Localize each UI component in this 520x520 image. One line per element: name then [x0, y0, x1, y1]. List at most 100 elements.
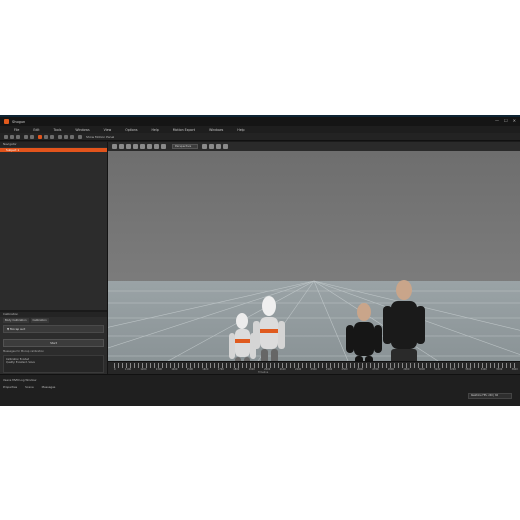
menu-bar: File Edit Tools Windows View Options Hel… [0, 126, 520, 133]
open-folder-icon[interactable] [10, 135, 14, 139]
new-file-icon[interactable] [4, 135, 8, 139]
timeline-number: 3500 [496, 368, 503, 371]
title-bar: Shogun — ☐ ✕ [0, 117, 520, 126]
log-title: Xsens MVN Log Window [3, 378, 37, 382]
play-icon[interactable] [44, 135, 48, 139]
camera-view-icon[interactable] [126, 144, 131, 149]
timeline-number: 3200 [449, 368, 456, 371]
timeline-number: 1900 [248, 368, 255, 371]
settings-icon[interactable] [70, 135, 74, 139]
menu-options[interactable]: Options [125, 128, 137, 132]
timeline-numbers: 0 1100 1200 1300 1400 1500 1600 1700 180… [114, 368, 518, 371]
menu-tools[interactable]: Tools [54, 128, 62, 132]
checkbox-icon[interactable] [78, 135, 82, 139]
timeline-number: 2600 [356, 368, 364, 371]
save-icon[interactable] [16, 135, 20, 139]
menu-help[interactable]: Help [152, 128, 159, 132]
viewport-toolbar: Perspective [108, 142, 520, 151]
timeline-number: 0 [114, 368, 116, 371]
3d-viewport[interactable] [108, 151, 520, 361]
messages-box: Calibration finished Quality: Excellent.… [3, 355, 104, 373]
main-toolbar: Show Motion Panel [0, 133, 520, 141]
grid-icon[interactable] [64, 135, 68, 139]
timeline-number: 2500 [341, 368, 348, 371]
menu-help-2[interactable]: Help [237, 128, 244, 132]
menu-view[interactable]: View [104, 128, 112, 132]
message-line: Quality: Excellent. Solve [6, 361, 35, 365]
avatar-mannequin-1[interactable] [229, 313, 256, 361]
timeline-number: 2700 [372, 368, 379, 371]
timeline-number: 1700 [217, 368, 224, 371]
timeline-number: 2100 [279, 368, 286, 371]
tab-body-calibration[interactable]: Body Calibration [3, 318, 29, 323]
move-icon[interactable] [112, 144, 117, 149]
eye-icon[interactable] [161, 144, 166, 149]
redo-icon[interactable] [30, 135, 34, 139]
navigator-header: Navigator [0, 142, 107, 147]
rotate-icon[interactable] [119, 144, 124, 149]
timeline-number: 3000 [418, 368, 425, 371]
scene-svg [108, 280, 520, 361]
fullscreen-icon[interactable] [216, 144, 221, 149]
timeline-number: 1400 [171, 368, 178, 371]
app-logo-icon [4, 119, 9, 124]
undo-icon[interactable] [24, 135, 28, 139]
timeline-number: 2200 [295, 368, 302, 371]
timeline-ruler[interactable]: 0 1100 1200 1300 1400 1500 1600 1700 180… [108, 361, 520, 374]
menu-motion-export[interactable]: Motion Export [173, 128, 195, 132]
timeline-number: 2300 [310, 368, 317, 371]
calibration-tabs: Body Calibration Calibration [3, 318, 49, 323]
view-mode-dropdown[interactable]: Perspective [172, 144, 198, 149]
window-title: Shogun [12, 119, 26, 124]
menu-windows-2[interactable]: Windows [209, 128, 223, 132]
zoom-icon[interactable] [202, 144, 207, 149]
timeline-number: 3400 [480, 368, 487, 371]
timeline-number: 2900 [403, 368, 410, 371]
camera-icon[interactable] [58, 135, 62, 139]
menu-edit[interactable]: Edit [33, 128, 39, 132]
tab-calibration[interactable]: Calibration [30, 318, 49, 323]
start-calibration-button[interactable]: Start [3, 339, 104, 347]
navigator-panel: Navigator Subject 1 Calibration Body Cal… [0, 142, 108, 379]
timeline-number: 1600 [202, 368, 209, 371]
timeline-number: 2800 [387, 368, 394, 371]
messages-label: Messages for Mocap calibration [3, 350, 44, 353]
avatar-mannequin-2[interactable] [253, 296, 285, 361]
close-button[interactable]: ✕ [513, 119, 516, 123]
record-icon[interactable] [38, 135, 42, 139]
toolbar-option-label: Show Motion Panel [86, 135, 115, 139]
timeline-number: 2400 [326, 368, 333, 371]
timeline-number: 1500 [186, 368, 193, 371]
timeline-number: 1800 [233, 368, 240, 371]
actor-person-1[interactable] [346, 303, 382, 361]
marker-icon[interactable] [140, 144, 145, 149]
log-panel: Xsens MVN Log Window Properties Scene Me… [0, 374, 520, 406]
window-controls: — ☐ ✕ [495, 119, 516, 123]
skeleton-icon[interactable] [133, 144, 138, 149]
menu-windows[interactable]: Windows [75, 128, 89, 132]
stop-icon[interactable] [50, 135, 54, 139]
timeline-number: 1300 [155, 368, 162, 371]
timeline-number: 3600 [511, 368, 518, 371]
menu-file[interactable]: File [14, 128, 19, 132]
calibration-select[interactable]: ▼ Mocap suit [3, 325, 104, 333]
timeline-number: 3300 [465, 368, 472, 371]
tab-scene[interactable]: Scene [25, 385, 34, 389]
maximize-button[interactable]: ☐ [504, 119, 508, 123]
tab-messages[interactable]: Messages [42, 385, 56, 389]
timeline-number: 1100 [124, 368, 131, 371]
grid-lines [108, 280, 520, 361]
minimize-button[interactable]: — [495, 119, 499, 123]
timeline-number: 1200 [140, 368, 147, 371]
timeline-number: 3100 [434, 368, 441, 371]
log-tabs: Properties Scene Messages [3, 385, 55, 389]
fit-icon[interactable] [209, 144, 214, 149]
navigator-selected-item[interactable]: Subject 1 [0, 148, 107, 152]
calibration-header: Calibration [0, 312, 107, 317]
body-icon[interactable] [147, 144, 152, 149]
app-window: Shogun — ☐ ✕ File Edit Tools Windows Vie… [0, 115, 520, 406]
tab-properties[interactable]: Properties [3, 385, 17, 389]
layout-icon[interactable] [223, 144, 228, 149]
layers-icon[interactable] [154, 144, 159, 149]
fps-readout: Realtime FPS: 240 | 60 [468, 393, 512, 399]
